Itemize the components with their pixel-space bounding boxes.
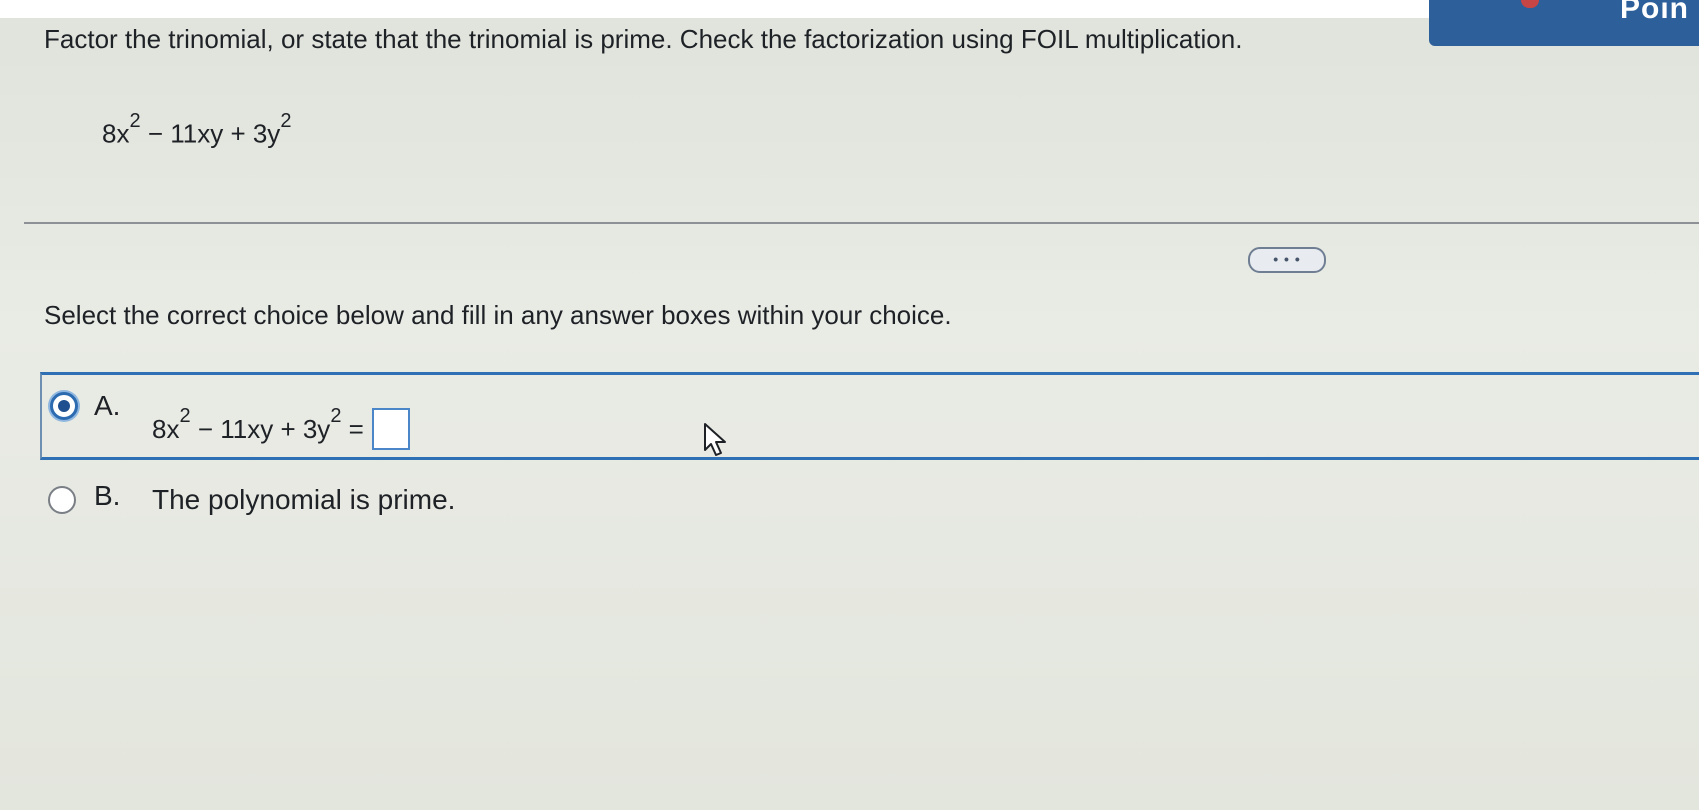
answer-input-box[interactable]: [371, 408, 410, 450]
question-expression: 8x2 − 11xy + 3y2: [102, 110, 291, 150]
choice-a-expression: 8x2 − 11xy + 3y2 =: [152, 405, 410, 452]
mouse-pointer-icon: [704, 423, 726, 456]
choice-a-exponent-1: 2: [179, 405, 191, 428]
status-dot-icon: [1521, 0, 1539, 8]
choice-a-radio[interactable]: [50, 392, 78, 420]
expr-term-2: − 11xy + 3y: [140, 118, 281, 149]
choice-b-letter: B.: [94, 480, 121, 511]
page: Poin Factor the trinomial, or state that…: [0, 0, 1699, 810]
choice-a-term-1: 8x: [152, 413, 180, 444]
choice-b-radio[interactable]: [48, 486, 76, 514]
choice-a-exponent-2: 2: [330, 405, 342, 428]
expr-exponent-2: 2: [280, 110, 292, 132]
divider: [24, 222, 1699, 224]
choice-a-letter: A.: [94, 390, 121, 421]
more-options-button[interactable]: • • •: [1248, 247, 1326, 273]
header-banner: Poin: [1429, 0, 1699, 46]
choice-b-text: The polynomial is prime.: [152, 484, 456, 515]
instruction-text: Select the correct choice below and fill…: [44, 300, 952, 330]
expr-exponent-1: 2: [129, 110, 141, 132]
banner-text: Poin: [1620, 0, 1689, 25]
choice-a-equals: =: [341, 413, 364, 444]
choice-a-term-2: − 11xy + 3y: [190, 413, 331, 444]
expr-term-1: 8x: [102, 118, 130, 149]
question-prompt: Factor the trinomial, or state that the …: [44, 24, 1243, 54]
